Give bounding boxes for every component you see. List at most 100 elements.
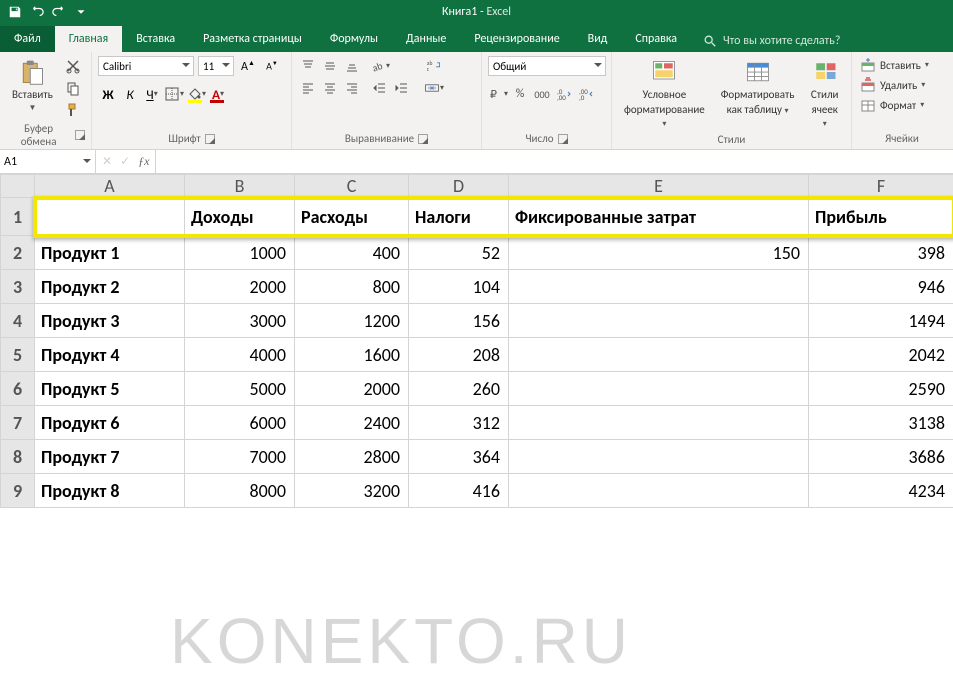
column-header[interactable]: F [809,175,953,198]
decrease-decimal-button[interactable]: ,00,0 [576,84,596,104]
cell[interactable]: Продукт 7 [35,440,185,474]
cell[interactable]: 800 [295,270,409,304]
percent-format-button[interactable]: % [510,84,530,104]
cell[interactable]: 4000 [185,338,295,372]
cell[interactable]: Налоги [409,198,509,236]
column-header[interactable]: C [295,175,409,198]
orientation-button[interactable]: ab▾ [370,56,390,76]
increase-indent-button[interactable] [392,78,412,98]
paste-button[interactable]: Вставить ▼ [6,56,59,115]
tab-home[interactable]: Главная [55,26,122,52]
cell[interactable]: 7000 [185,440,295,474]
format-as-table-button[interactable]: Форматировать как таблицу ▾ [715,56,801,118]
tell-me-search[interactable]: Что вы хотите сделать? [703,34,840,52]
cell[interactable]: 3686 [809,440,953,474]
cell[interactable]: 260 [409,372,509,406]
cut-button[interactable] [63,56,83,76]
enter-formula-button[interactable]: ✓ [120,154,130,169]
cell[interactable]: 3138 [809,406,953,440]
cell[interactable]: 2590 [809,372,953,406]
format-cells-button[interactable]: Формат ▾ [858,96,931,114]
cell[interactable]: 312 [409,406,509,440]
tab-formulas[interactable]: Формулы [316,26,392,52]
cell[interactable]: 3200 [295,474,409,508]
row-header[interactable]: 1 [1,198,35,236]
delete-cells-button[interactable]: Удалить ▾ [858,76,931,94]
number-format-select[interactable]: Общий [488,56,606,76]
formula-input[interactable] [156,150,953,173]
conditional-formatting-button[interactable]: Условное форматирование ▾ [618,56,711,131]
copy-button[interactable] [63,78,83,98]
row-header[interactable]: 8 [1,440,35,474]
increase-font-button[interactable]: A▲ [238,56,258,76]
worksheet[interactable]: ABCDEF1ДоходыРасходыНалогиФиксированные … [0,174,953,508]
cell[interactable]: 2000 [295,372,409,406]
cell[interactable]: Продукт 1 [35,236,185,270]
cell[interactable]: 946 [809,270,953,304]
name-box[interactable]: A1 [0,150,96,173]
select-all-corner[interactable] [1,175,35,198]
column-header[interactable]: E [509,175,809,198]
cell[interactable]: 1494 [809,304,953,338]
cell[interactable] [509,406,809,440]
column-header[interactable]: D [409,175,509,198]
cell[interactable]: 4234 [809,474,953,508]
cell[interactable]: 416 [409,474,509,508]
save-icon[interactable] [6,3,24,21]
tab-file[interactable]: Файл [0,26,55,52]
align-middle-button[interactable] [320,56,340,76]
tab-data[interactable]: Данные [392,26,460,52]
comma-format-button[interactable]: 000 [532,84,552,104]
cell[interactable]: 2042 [809,338,953,372]
cell[interactable]: Продукт 2 [35,270,185,304]
dialog-launcher-icon[interactable] [418,134,428,144]
cell[interactable]: 2000 [185,270,295,304]
qat-customize-icon[interactable] [72,3,90,21]
cell[interactable]: 2400 [295,406,409,440]
font-size-select[interactable]: 11 [198,56,234,76]
cell[interactable]: 400 [295,236,409,270]
column-header[interactable]: A [35,175,185,198]
row-header[interactable]: 7 [1,406,35,440]
cell[interactable]: Продукт 6 [35,406,185,440]
underline-button[interactable]: Ч▾ [142,84,162,104]
wrap-text-button[interactable]: abc [420,56,448,76]
cell[interactable] [509,474,809,508]
cell[interactable]: Доходы [185,198,295,236]
font-name-select[interactable]: Calibri [98,56,194,76]
cell[interactable] [35,198,185,236]
borders-button[interactable]: ▾ [164,84,184,104]
cell[interactable]: 6000 [185,406,295,440]
cell[interactable]: Расходы [295,198,409,236]
cell[interactable]: 104 [409,270,509,304]
cell-styles-button[interactable]: Стили ячеек ▾ [804,56,845,131]
italic-button[interactable]: К [120,84,140,104]
cell[interactable]: 398 [809,236,953,270]
fill-color-button[interactable]: ▾ [186,84,206,104]
dialog-launcher-icon[interactable] [558,134,568,144]
cell[interactable]: Продукт 4 [35,338,185,372]
dialog-launcher-icon[interactable] [75,130,85,140]
align-top-button[interactable] [298,56,318,76]
align-left-button[interactable] [298,78,318,98]
cell[interactable] [509,338,809,372]
font-color-button[interactable]: A▾ [208,84,228,104]
cell[interactable] [509,440,809,474]
insert-cells-button[interactable]: Вставить ▾ [858,56,931,74]
dialog-launcher-icon[interactable] [205,134,215,144]
row-header[interactable]: 2 [1,236,35,270]
cell[interactable]: 156 [409,304,509,338]
tab-review[interactable]: Рецензирование [460,26,573,52]
cell[interactable]: Продукт 5 [35,372,185,406]
cell[interactable]: 1600 [295,338,409,372]
format-painter-button[interactable] [63,100,83,120]
cell[interactable]: 208 [409,338,509,372]
cell[interactable]: 3000 [185,304,295,338]
tab-help[interactable]: Справка [621,26,691,52]
cell[interactable] [509,304,809,338]
row-header[interactable]: 6 [1,372,35,406]
row-header[interactable]: 5 [1,338,35,372]
cell[interactable] [509,270,809,304]
cell[interactable]: Продукт 3 [35,304,185,338]
cell[interactable]: 364 [409,440,509,474]
